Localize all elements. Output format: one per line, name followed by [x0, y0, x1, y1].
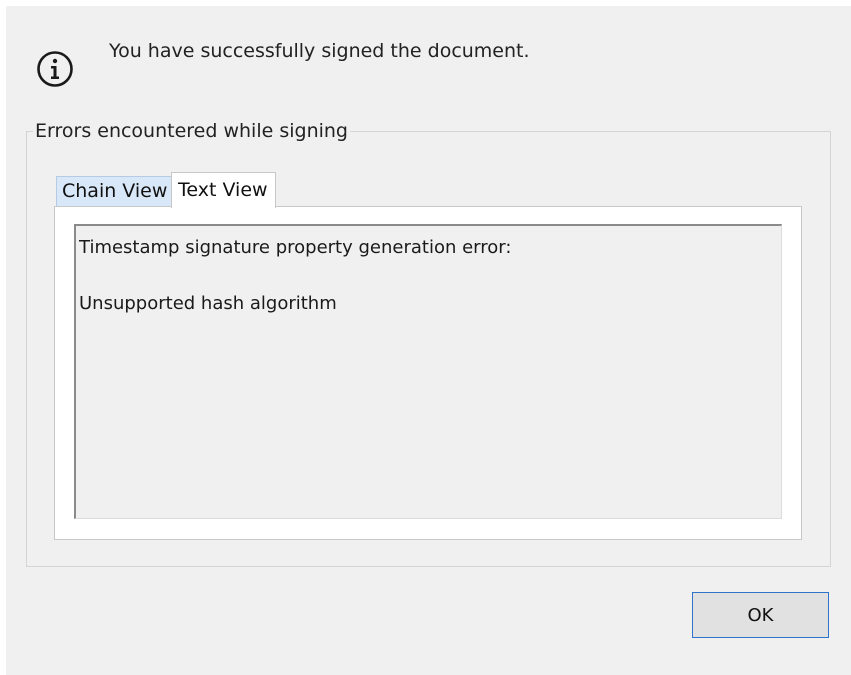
errors-group-title: Errors encountered while signing	[33, 120, 350, 142]
tab-chain-view[interactable]: Chain View	[56, 176, 173, 207]
error-line-1: Timestamp signature property generation …	[79, 237, 512, 258]
success-message: You have successfully signed the documen…	[109, 40, 530, 62]
error-text-area[interactable]: Timestamp signature property generation …	[74, 224, 782, 519]
ok-button[interactable]: OK	[692, 592, 829, 638]
error-line-2: Unsupported hash algorithm	[79, 293, 337, 314]
tab-text-view[interactable]: Text View	[171, 172, 276, 208]
info-icon	[37, 51, 73, 87]
